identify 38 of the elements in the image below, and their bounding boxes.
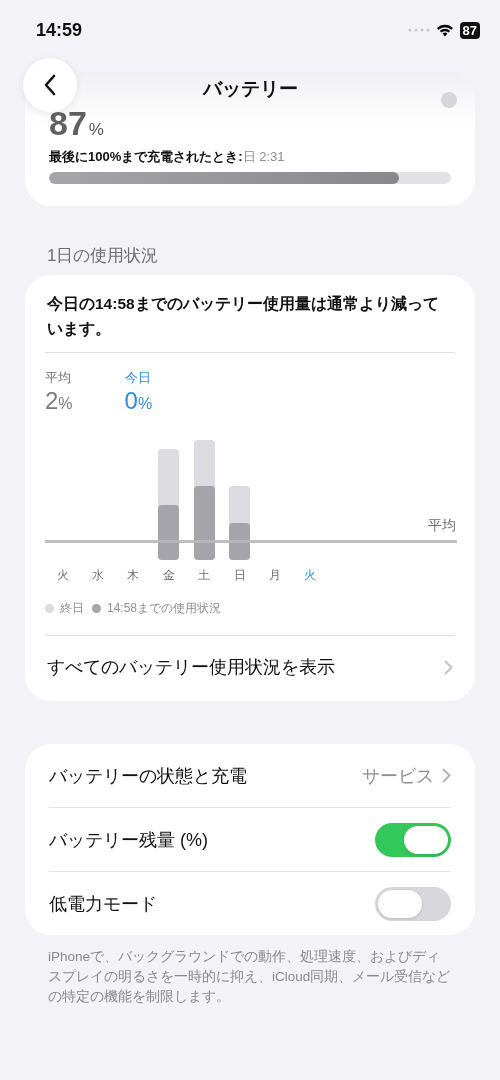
day-label: 火 — [55, 567, 70, 584]
page-title: バッテリー — [202, 77, 298, 101]
percent-unit: % — [88, 120, 104, 140]
chevron-left-icon — [43, 74, 57, 96]
legend-label: 14:58までの使用状況 — [107, 600, 222, 617]
day-label: 水 — [91, 567, 106, 584]
signal-icon — [407, 28, 430, 32]
toggle-switch[interactable] — [375, 886, 451, 921]
show-all-usage-link[interactable]: すべてのバッテリー使用状況を表示 — [45, 635, 455, 701]
info-icon[interactable] — [441, 92, 457, 108]
wifi-icon — [435, 23, 454, 37]
day-label: 月 — [268, 567, 283, 584]
usage-summary: 今日の14:58までのバッテリー使用量は通常より減っています。 — [45, 291, 455, 353]
battery-percentage: 87 — [49, 106, 87, 140]
day-label: 日 — [232, 567, 247, 584]
stat-value: 0% — [124, 387, 153, 415]
stat-label: 今日 — [124, 369, 152, 387]
last-charged-label: 最後に100%まで充電されたとき: — [49, 149, 243, 164]
status-time: 14:59 — [36, 19, 83, 41]
toggle-switch[interactable] — [375, 822, 451, 857]
setting-label: 低電力モード — [49, 892, 157, 916]
battery-indicator: 87 — [459, 21, 480, 39]
legend-label: 終日 — [60, 600, 84, 617]
stat-value: 2% — [45, 387, 73, 415]
chevron-right-icon — [444, 659, 453, 675]
average-label: 平均 — [428, 517, 456, 533]
setting-label: バッテリー残量 (%) — [49, 828, 208, 852]
day-label: 木 — [126, 567, 141, 584]
stat-label: 平均 — [45, 369, 72, 387]
day-label: 土 — [197, 567, 212, 584]
last-charged-time: 日 2:31 — [242, 149, 285, 164]
back-button[interactable] — [23, 58, 77, 112]
day-label: 火 — [303, 567, 318, 584]
day-label: 金 — [161, 567, 176, 584]
setting-label: バッテリーの状態と充電 — [49, 764, 247, 788]
section-header: 1日の使用状況 — [47, 245, 160, 267]
footnote-text: iPhoneで、バックグラウンドでの動作、処理速度、およびディスプレイの明るさを一時的に抑え、iCloud同期、メール受信などの特定の機能を制限します。 — [48, 948, 452, 1006]
chevron-right-icon — [442, 768, 451, 783]
